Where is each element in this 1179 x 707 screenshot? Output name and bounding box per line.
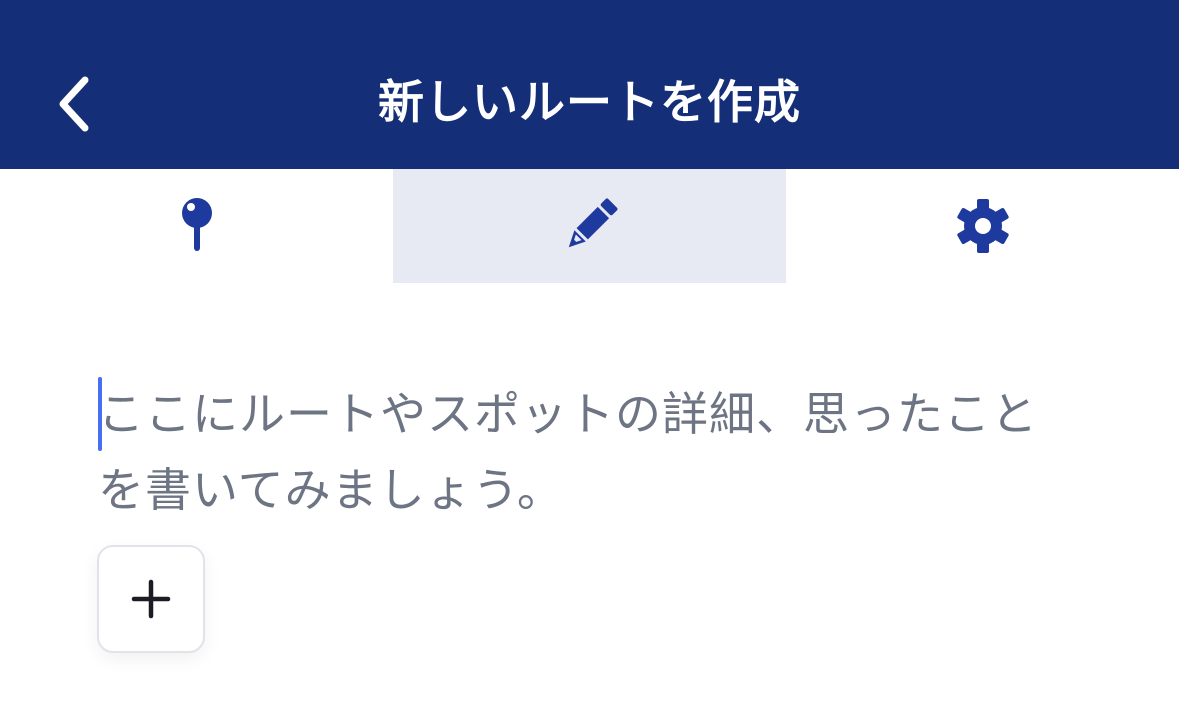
pencil-icon — [568, 198, 617, 248]
plus-icon — [131, 579, 171, 619]
map-pin-icon — [181, 198, 212, 251]
add-block-button[interactable] — [97, 545, 205, 653]
description-editor[interactable]: ここにルートやスポットの詳細、思ったことを書いてみましょう。 — [98, 370, 1078, 528]
text-caret — [98, 377, 102, 451]
tab-spots[interactable] — [0, 169, 393, 283]
app-header: 新しいルートを作成 — [0, 0, 1179, 169]
page-title: 新しいルートを作成 — [378, 75, 801, 129]
tab-settings[interactable] — [786, 169, 1179, 283]
gear-icon — [956, 199, 1009, 253]
editor-tabs — [0, 169, 1179, 283]
editor-placeholder: ここにルートやスポットの詳細、思ったことを書いてみましょう。 — [98, 387, 1038, 517]
tab-description[interactable] — [393, 169, 786, 283]
